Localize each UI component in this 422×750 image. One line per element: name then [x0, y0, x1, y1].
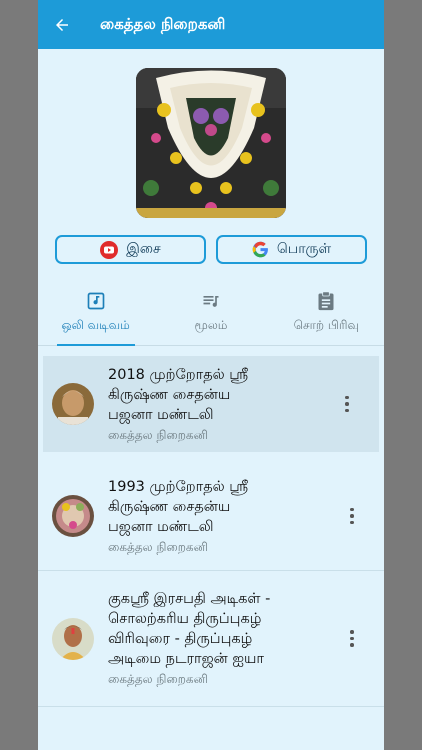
- playlist-icon: [201, 290, 221, 312]
- back-button[interactable]: [38, 0, 86, 49]
- app-screen: கைத்தல நிறைகனி இசை பொருள் ஒலி வடிவம் மூல…: [38, 0, 384, 750]
- track-list: 2018 முற்றோதல் ஸ்ரீ கிருஷ்ண சைதன்ய பஜனா …: [38, 356, 384, 707]
- page-title: கைத்தல நிறைகனி: [100, 14, 226, 33]
- kebab-dot: [350, 636, 354, 641]
- kebab-dot: [350, 520, 354, 525]
- list-item-text: 1993 முற்றோதல் ஸ்ரீ கிருஷ்ண சைதன்ய பஜனா …: [108, 477, 340, 556]
- youtube-icon: [100, 240, 119, 259]
- avatar: [52, 383, 94, 425]
- tab-word-split-label: சொற் பிரிவு: [293, 318, 359, 332]
- list-item-text: 2018 முற்றோதல் ஸ்ரீ கிருஷ்ண சைதன்ய பஜனா …: [108, 365, 335, 444]
- cover-wrap: [38, 68, 384, 218]
- avatar: [52, 617, 94, 660]
- avatar: [52, 495, 94, 537]
- list-item-title: அடிமை நடராஜன் ஐயா: [108, 651, 264, 667]
- kebab-dot: [345, 402, 349, 406]
- list-item[interactable]: குகஸ்ரீ இரசபதி அடிகள் - சொலற்கரிய திருப்…: [38, 571, 384, 707]
- tab-word-split[interactable]: சொற் பிரிவு: [269, 290, 384, 345]
- kebab-dot: [350, 643, 354, 647]
- tab-source[interactable]: மூலம்: [153, 290, 268, 345]
- more-options-button[interactable]: [340, 496, 364, 536]
- list-item-subtitle: கைத்தல நிறைகனி: [108, 539, 208, 554]
- kebab-dot: [350, 507, 354, 512]
- tab-audio[interactable]: ஒலி வடிவம்: [38, 290, 153, 345]
- list-item-title: குகஸ்ரீ இரசபதி அடிகள் -: [108, 591, 271, 607]
- list-item-title: விரிவுரை - திருப்புகழ்: [108, 631, 253, 647]
- music-button[interactable]: இசை: [55, 235, 206, 264]
- more-options-button[interactable]: [335, 384, 359, 424]
- meaning-button-label: பொருள்: [276, 240, 332, 257]
- list-item-title: 2018 முற்றோதல் ஸ்ரீ: [108, 366, 249, 383]
- app-bar: கைத்தல நிறைகனி: [38, 0, 384, 49]
- list-item-title: சொலற்கரிய திருப்புகழ்: [108, 611, 262, 627]
- google-icon: [252, 241, 269, 258]
- active-tab-indicator: [57, 344, 135, 346]
- kebab-dot: [350, 630, 354, 634]
- kebab-dot: [345, 395, 349, 400]
- tab-audio-label: ஒலி வடிவம்: [61, 318, 130, 332]
- music-note-icon: [86, 290, 106, 312]
- arrow-left-icon: [56, 18, 68, 31]
- meaning-button[interactable]: பொருள்: [216, 235, 367, 264]
- kebab-dot: [350, 514, 354, 518]
- list-item-subtitle: கைத்தல நிறைகனி: [108, 427, 208, 442]
- more-options-button[interactable]: [340, 619, 364, 659]
- list-item-title: பஜனா மண்டலி: [108, 518, 214, 535]
- list-item-title: பஜனா மண்டலி: [108, 406, 214, 423]
- list-item-text: குகஸ்ரீ இரசபதி அடிகள் - சொலற்கரிய திருப்…: [108, 589, 340, 688]
- clipboard-icon: [317, 290, 335, 312]
- kebab-dot: [345, 408, 349, 413]
- music-button-label: இசை: [126, 240, 161, 257]
- list-item-title: 1993 முற்றோதல் ஸ்ரீ: [108, 478, 249, 495]
- list-item[interactable]: 2018 முற்றோதல் ஸ்ரீ கிருஷ்ண சைதன்ய பஜனா …: [43, 356, 379, 452]
- list-item-title: கிருஷ்ண சைதன்ய: [108, 386, 231, 403]
- list-item-title: கிருஷ்ண சைதன்ய: [108, 498, 231, 515]
- list-item[interactable]: 1993 முற்றோதல் ஸ்ரீ கிருஷ்ண சைதன்ய பஜனா …: [38, 462, 384, 571]
- tab-bar: ஒலி வடிவம் மூலம் சொற் பிரிவு: [38, 290, 384, 346]
- deity-image: [136, 68, 286, 218]
- tab-source-label: மூலம்: [194, 318, 228, 332]
- action-buttons: இசை பொருள்: [38, 235, 384, 264]
- list-item-subtitle: கைத்தல நிறைகனி: [108, 672, 208, 686]
